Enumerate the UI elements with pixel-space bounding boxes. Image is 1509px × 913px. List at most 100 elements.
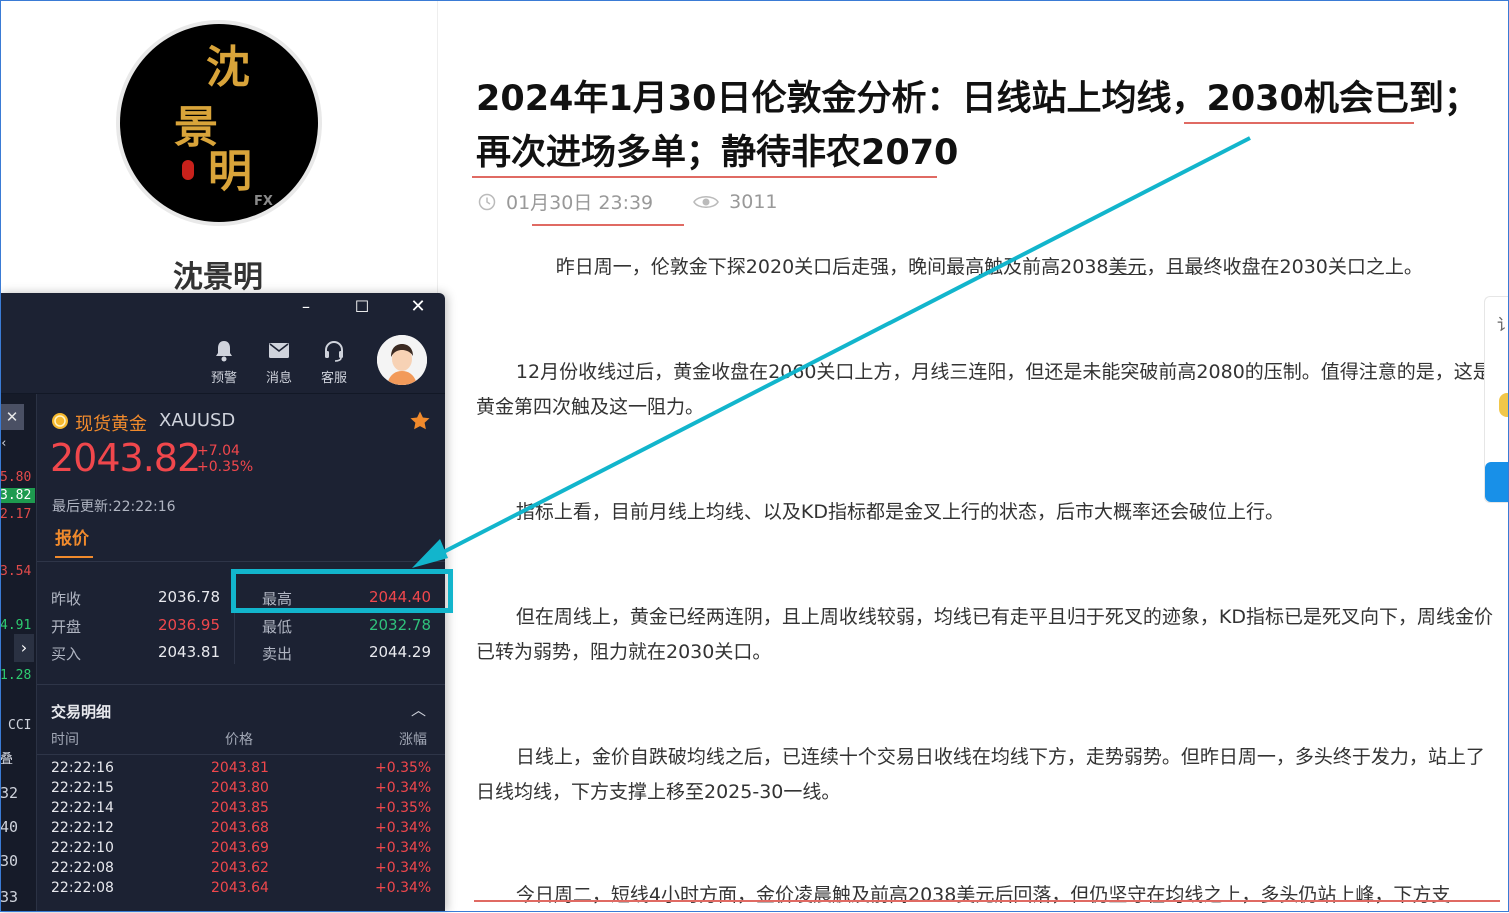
low-label: 最低 xyxy=(262,618,293,636)
cci-label[interactable]: CCI xyxy=(8,718,31,733)
trades-title: 交易明细 xyxy=(51,703,112,721)
close-icon[interactable]: ✕ xyxy=(0,404,24,430)
article-paragraph-6: 今日周二，短线4小时方面，金价凌晨触及前高2038美元后回落，但仍坚守在均线之上… xyxy=(515,884,1451,906)
watchlist-value: 2.17 xyxy=(0,507,32,522)
messages-button[interactable]: 消息 xyxy=(257,339,301,386)
gold-coin-icon xyxy=(51,412,69,434)
alert-button[interactable]: 预警 xyxy=(202,339,246,386)
article-paragraph-4: 但在周线上，黄金已经两连阴，且上周收线较弱，均线已有走平且归于死叉的迹象，KD指… xyxy=(476,606,1493,663)
minimize-button[interactable]: – xyxy=(278,293,334,321)
annotation-underline xyxy=(1184,122,1414,124)
eye-icon xyxy=(693,193,720,211)
usd-link[interactable]: 美元 xyxy=(1109,256,1147,278)
col-header-change: 涨幅 xyxy=(399,732,427,748)
indicator-value: 33 xyxy=(0,888,19,906)
annotation-underline xyxy=(532,224,684,226)
headset-icon xyxy=(312,339,356,363)
trade-change: +0.34% xyxy=(375,780,432,796)
article-title: 2024年1月30日伦敦金分析：日线站上均线，2030机会已到；再次进场多单；静… xyxy=(476,79,1479,173)
trade-row: 22:22:14 2043.85 +0.35% xyxy=(37,798,445,818)
trade-price: 2043.85 xyxy=(211,800,269,816)
trade-change: +0.34% xyxy=(375,840,432,856)
trade-row: 22:22:08 2043.62 +0.34% xyxy=(37,858,445,878)
watchlist-value: 3.54 xyxy=(0,564,32,579)
side-widget-button[interactable] xyxy=(1485,462,1509,502)
symbol-code: XAUUSD xyxy=(159,410,236,431)
paragraph-text: 昨日周一，伦敦金下探2020关口后走强，晚间最高触及前高2038 xyxy=(555,256,1109,278)
expand-chevron-icon[interactable]: › xyxy=(14,634,34,662)
author-name[interactable]: 沈景明 xyxy=(118,252,318,296)
tab-quote-indicator xyxy=(55,556,93,558)
divider xyxy=(37,754,445,755)
annotation-highlight-box xyxy=(231,569,453,613)
annotation-underline xyxy=(474,900,1500,902)
author-avatar[interactable]: 沈 景 明 FX xyxy=(120,24,318,222)
tab-quote[interactable]: 报价 xyxy=(55,524,89,549)
favorite-star-icon[interactable] xyxy=(409,410,431,436)
close-button[interactable]: ✕ xyxy=(390,293,445,321)
low-value: 2032.78 xyxy=(368,616,431,634)
trade-row: 22:22:15 2043.80 +0.34% xyxy=(37,778,445,798)
author-card: 沈 景 明 FX 沈景明 xyxy=(0,0,438,300)
side-widget-coin-icon xyxy=(1499,393,1509,417)
logo-char-2: 景 xyxy=(174,102,218,153)
symbol-name: 现货黄金 xyxy=(75,414,147,435)
bid-label: 买入 xyxy=(51,645,82,663)
logo-fx-mark: FX xyxy=(254,194,273,209)
service-button[interactable]: 客服 xyxy=(312,339,356,386)
article-paragraph-2: 12月份收线过后，黄金收盘在2060关口上方，月线三连阳，但还是未能突破前高20… xyxy=(476,361,1492,418)
watchlist-value: 1.28 xyxy=(0,668,32,683)
bell-icon xyxy=(202,339,246,363)
col-header-price: 价格 xyxy=(225,732,253,748)
price-change-percent: +0.35% xyxy=(197,459,254,475)
trade-time: 22:22:15 xyxy=(51,780,114,796)
watchlist-value-selected[interactable]: 3.82 xyxy=(0,488,36,503)
clock-icon xyxy=(478,193,496,211)
logo-char-3: 明 xyxy=(208,146,252,197)
trade-price: 2043.69 xyxy=(211,840,269,856)
maximize-button[interactable]: ☐ xyxy=(334,293,390,321)
logo-char-1: 沈 xyxy=(206,42,250,93)
trade-price: 2043.64 xyxy=(211,880,269,896)
trade-change: +0.34% xyxy=(375,860,432,876)
collapse-chevron-icon[interactable]: ︿ xyxy=(411,699,426,720)
article-paragraph-5: 日线上，金价自跌破均线之后，已连续十个交易日收线在均线下方，走势弱势。但昨日周一… xyxy=(476,746,1485,803)
indicator-value: 40 xyxy=(0,818,19,836)
trade-row: 22:22:08 2043.64 +0.34% xyxy=(37,878,445,898)
trade-row: 22:22:16 2043.81 +0.35% xyxy=(37,758,445,778)
mail-icon xyxy=(257,339,301,363)
side-widget-label: 讠 xyxy=(1497,315,1509,334)
article-meta: 01月30日 23:39 3011 xyxy=(478,188,778,215)
article-paragraph-1: 昨日周一，伦敦金下探2020关口后走强，晚间最高触及前高2038美元，且最终收盘… xyxy=(476,250,1498,285)
app-toolbar: 预警 消息 客服 xyxy=(0,321,445,394)
trade-time: 22:22:16 xyxy=(51,760,114,776)
trade-price: 2043.68 xyxy=(211,820,269,836)
service-label: 客服 xyxy=(320,371,347,386)
trade-price: 2043.81 xyxy=(211,760,269,776)
quote-panel: 现货黄金 XAUUSD 2043.82 +7.04 +0.35% 最后更新:22… xyxy=(37,394,445,912)
trade-row: 22:22:10 2043.69 +0.34% xyxy=(37,838,445,858)
logo-seal xyxy=(182,160,194,180)
divider xyxy=(37,561,445,562)
article-date: 01月30日 23:39 xyxy=(506,192,654,214)
trade-time: 22:22:12 xyxy=(51,820,114,836)
trade-time: 22:22:14 xyxy=(51,800,114,816)
open-label: 开盘 xyxy=(51,618,82,636)
trade-price: 2043.80 xyxy=(211,780,269,796)
bid-value: 2043.81 xyxy=(157,643,220,661)
watchlist-value: 4.91 xyxy=(0,618,32,633)
divider xyxy=(37,684,445,685)
floating-side-widget[interactable]: 讠 xyxy=(1484,296,1509,503)
indicator-value: 30 xyxy=(0,852,19,870)
indicator-value: 32 xyxy=(0,784,19,802)
open-value: 2036.95 xyxy=(157,616,220,634)
trade-time: 22:22:08 xyxy=(51,880,114,896)
alert-label: 预警 xyxy=(210,371,237,386)
trade-time: 22:22:10 xyxy=(51,840,114,856)
overlay-label[interactable]: 叠 xyxy=(0,748,13,767)
price-change: +7.04 xyxy=(197,443,240,459)
user-avatar[interactable] xyxy=(377,335,427,385)
trade-change: +0.34% xyxy=(375,820,432,836)
col-header-time: 时间 xyxy=(51,732,79,748)
watchlist-chevron-partial[interactable]: ‹ xyxy=(0,436,8,451)
